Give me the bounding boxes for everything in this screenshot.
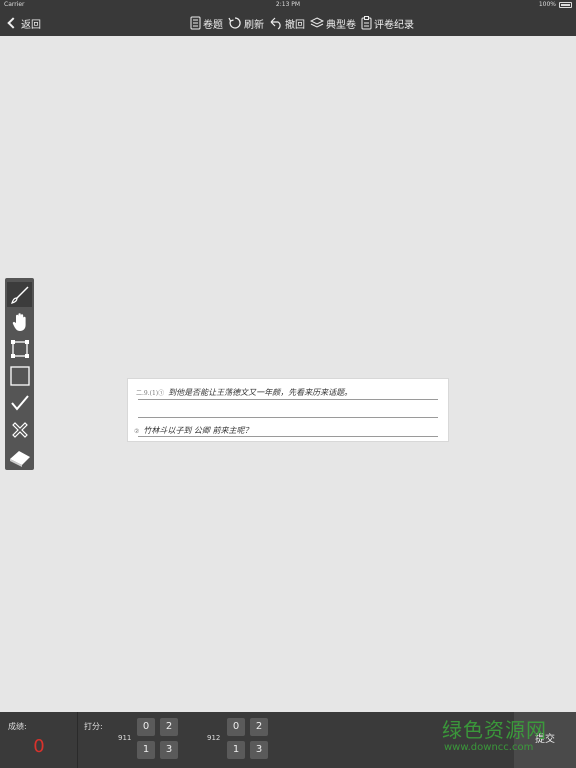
answer-line-1-text: 到他是否能让王荡德文又一年颇，先看来历来话题。 [168, 388, 353, 397]
hand-tool[interactable] [7, 309, 32, 334]
typical-papers-button[interactable]: 典型卷 [310, 16, 356, 31]
score-value: 0 [33, 736, 45, 757]
score-key-911-0[interactable]: 0 [137, 718, 155, 736]
score-key-911-3[interactable]: 3 [160, 741, 178, 759]
chevron-left-icon [7, 17, 19, 29]
crop-tool[interactable] [7, 336, 32, 361]
answer-line-1-number: 二.9.(1)① [136, 390, 165, 397]
document-icon [190, 16, 201, 30]
question-id-912: 912 [207, 734, 221, 742]
score-key-912-1[interactable]: 1 [227, 741, 245, 759]
typical-papers-label: 典型卷 [326, 19, 356, 31]
grade-label: 打分: [84, 722, 103, 731]
clock: 2:13 PM [275, 1, 301, 8]
grading-record-label: 评卷纪录 [374, 19, 414, 31]
cross-tool[interactable] [7, 417, 32, 442]
score-key-912-0[interactable]: 0 [227, 718, 245, 736]
questions-label: 卷题 [203, 19, 223, 31]
rule-line [138, 399, 438, 400]
rectangle-tool[interactable] [7, 363, 32, 388]
nav-bar: 返回 卷题 刷新 撤回 典型卷 评卷纪录 [0, 10, 576, 36]
brush-tool[interactable] [7, 282, 32, 307]
rectangle-icon [9, 365, 30, 386]
score-key-911-2[interactable]: 2 [160, 718, 178, 736]
tool-palette [5, 278, 34, 470]
score-key-911-1[interactable]: 1 [137, 741, 155, 759]
refresh-label: 刷新 [244, 19, 264, 31]
cross-icon [11, 421, 28, 438]
hand-icon [12, 312, 26, 331]
grading-record-button[interactable]: 评卷纪录 [361, 16, 414, 31]
layers-icon [310, 17, 324, 28]
eraser-icon [9, 450, 30, 467]
undo-button[interactable]: 撤回 [269, 16, 305, 31]
score-key-912-2[interactable]: 2 [250, 718, 268, 736]
eraser-tool[interactable] [7, 444, 32, 469]
back-label: 返回 [21, 19, 41, 31]
brush-icon [10, 286, 28, 304]
answer-line-2: ② 竹林斗以子到 公卿 前来主呢？ [134, 425, 252, 436]
score-panel: 成绩: 0 [0, 712, 78, 768]
undo-label: 撤回 [285, 19, 305, 31]
nav-actions: 卷题 刷新 撤回 典型卷 评卷纪录 [190, 14, 419, 32]
battery-icon [559, 2, 572, 8]
questions-button[interactable]: 卷题 [190, 16, 223, 31]
answer-line-2-text: 竹林斗以子到 公卿 前来主呢？ [143, 426, 253, 435]
refresh-button[interactable]: 刷新 [228, 16, 264, 31]
score-label: 成绩: [8, 722, 27, 731]
clipboard-icon [361, 16, 372, 30]
refresh-icon [228, 17, 241, 29]
submit-button[interactable]: 提交 [514, 712, 576, 768]
score-key-912-3[interactable]: 3 [250, 741, 268, 759]
question-id-911: 911 [118, 734, 132, 742]
crop-icon [10, 339, 29, 358]
answer-line-2-number: ② [134, 428, 140, 435]
undo-icon [270, 17, 281, 30]
status-bar: Carrier 2:13 PM 100% [0, 0, 576, 10]
grading-canvas[interactable] [0, 36, 576, 712]
answer-line-1: 二.9.(1)① 到他是否能让王荡德文又一年颇，先看来历来话题。 [136, 387, 352, 398]
check-tool[interactable] [7, 390, 32, 415]
answer-sheet[interactable]: 二.9.(1)① 到他是否能让王荡德文又一年颇，先看来历来话题。 ② 竹林斗以子到 … [127, 378, 449, 442]
back-button[interactable]: 返回 [6, 15, 41, 31]
grading-bar: 成绩: 0 打分: [0, 712, 576, 768]
check-icon [10, 394, 29, 411]
rule-line [138, 417, 438, 418]
battery-percent: 100% [538, 1, 556, 8]
rule-line [138, 436, 438, 437]
